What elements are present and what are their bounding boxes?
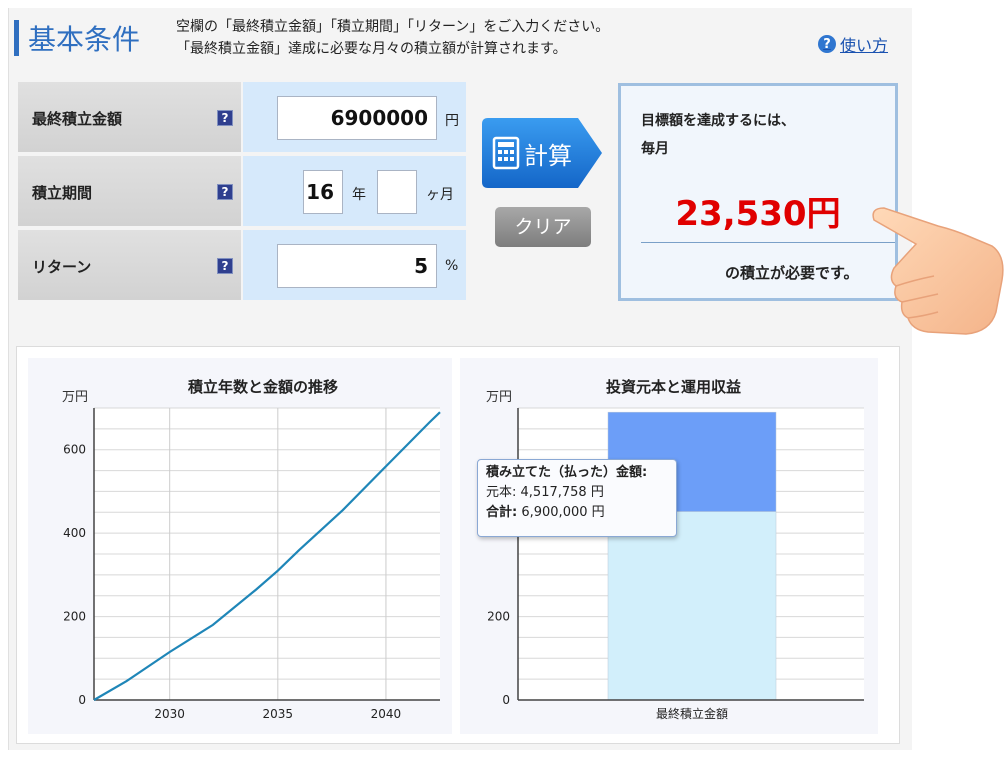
period-years-input[interactable]: 16	[303, 170, 343, 214]
bar-chart-panel: 投資元本と運用収益 万円 0200400最終積立金額	[460, 358, 878, 734]
row-return: リターン ? 5 %	[18, 230, 466, 304]
period-value-cell: 16 年 ヶ月	[242, 156, 466, 228]
x-tick-label: 2035	[263, 707, 294, 721]
pointing-hand-icon	[872, 207, 1004, 335]
stacked-bar-segment	[607, 511, 777, 701]
instructions-line-2: 「最終積立金額」達成に必要な月々の積立額が計算されます。	[176, 41, 567, 57]
return-label: リターン	[32, 258, 92, 276]
instructions-line-1: 空欄の「最終積立金額」「積立期間」「リターン」をご入力ください。	[176, 19, 610, 35]
period-label-cell: 積立期間 ?	[18, 156, 241, 228]
y-tick-label: 200	[487, 610, 510, 624]
result-box: 目標額を達成するには、 毎月 23,530円 の積立が必要です。	[618, 83, 898, 301]
target-amount-label-cell: 最終積立金額 ?	[18, 82, 241, 154]
tooltip-principal-value: 4,517,758 円	[520, 485, 604, 500]
period-months-unit: ヶ月	[426, 187, 454, 203]
tooltip-principal: 元本: 4,517,758 円	[486, 483, 668, 503]
return-unit: %	[445, 258, 459, 274]
page-title: 基本条件	[28, 23, 141, 56]
x-tick-label: 2030	[154, 707, 185, 721]
period-months-input[interactable]	[377, 170, 417, 214]
tooltip-total-label: 合計:	[486, 505, 518, 520]
question-icon[interactable]: ?	[217, 110, 233, 126]
bar-chart: 0200400最終積立金額	[487, 407, 864, 721]
result-divider	[641, 242, 895, 243]
return-input[interactable]: 5	[277, 244, 437, 288]
line-chart: 2030 2035 2040 0 200 400 600	[63, 407, 441, 721]
period-years-unit: 年	[352, 187, 366, 203]
target-amount-value-cell: 6900000 円	[242, 82, 466, 154]
help-link[interactable]: ? 使い方	[818, 32, 888, 56]
question-icon[interactable]: ?	[217, 184, 233, 200]
input-form: 最終積立金額 ? 6900000 円 積立期間 ? 16 年 ヶ月 リターン ?…	[18, 82, 466, 304]
tooltip-total-value: 6,900,000 円	[521, 505, 605, 520]
line-chart-panel: 積立年数と金額の推移 万円 2030 2035 2040 0 200 400 600	[28, 358, 452, 734]
x-category-label: 最終積立金額	[656, 706, 728, 721]
title-accent-bar	[14, 20, 19, 56]
y-tick-label: 600	[63, 443, 86, 457]
row-target-amount: 最終積立金額 ? 6900000 円	[18, 82, 466, 156]
period-label: 積立期間	[32, 184, 93, 202]
y-tick-label: 400	[63, 526, 86, 540]
return-label-cell: リターン ?	[18, 230, 241, 302]
x-tick-label: 2040	[371, 707, 402, 721]
instructions: 空欄の「最終積立金額」「積立期間」「リターン」をご入力ください。 「最終積立金額…	[176, 16, 609, 60]
target-amount-unit: 円	[445, 113, 459, 129]
question-icon[interactable]: ?	[217, 258, 233, 274]
target-amount-input[interactable]: 6900000	[277, 96, 437, 140]
help-link-label: 使い方	[840, 36, 889, 55]
calculate-button-label: 計算	[524, 142, 572, 170]
bar-tooltip: 積み立てた（払った）金額: 元本: 4,517,758 円 合計: 6,900,…	[477, 459, 677, 537]
row-period: 積立期間 ? 16 年 ヶ月	[18, 156, 466, 230]
return-value-cell: 5 %	[242, 230, 466, 302]
monthly-amount: 23,530円	[675, 194, 841, 234]
y-tick-label: 0	[502, 693, 510, 707]
result-line-2: 毎月	[641, 141, 669, 157]
calculate-button[interactable]: 計算	[482, 118, 604, 188]
y-tick-label: 0	[78, 693, 86, 707]
tooltip-principal-label: 元本:	[486, 485, 517, 500]
result-line-3: の積立が必要です。	[725, 264, 859, 282]
target-amount-label: 最終積立金額	[32, 110, 123, 128]
tooltip-heading: 積み立てた（払った）金額:	[486, 465, 648, 480]
y-tick-label: 200	[63, 610, 86, 624]
help-icon: ?	[818, 35, 836, 53]
tooltip-total: 合計: 6,900,000 円	[486, 503, 668, 523]
result-line-1: 目標額を達成するには、	[641, 113, 795, 129]
clear-button[interactable]: クリア	[495, 207, 591, 247]
